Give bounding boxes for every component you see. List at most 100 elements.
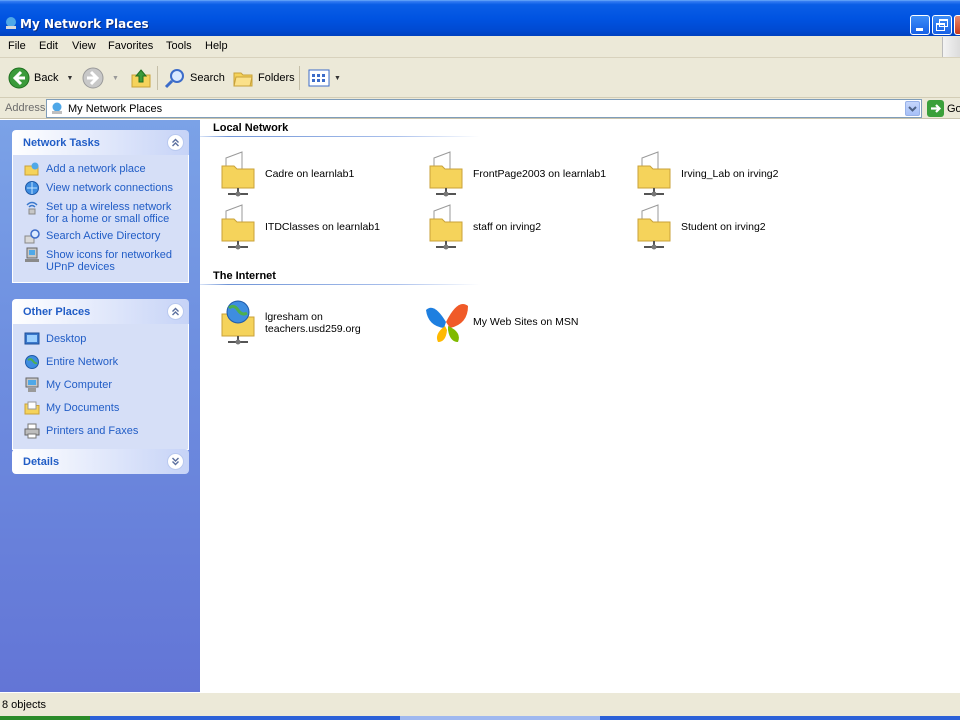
windows-logo-icon <box>942 37 960 57</box>
forward-arrow-icon <box>82 67 104 89</box>
task-label: Show icons for networked UPnP devices <box>46 249 172 273</box>
globe-icon <box>25 355 39 369</box>
toolbar-separator <box>299 66 300 90</box>
go-arrow-icon <box>927 100 944 117</box>
network-tasks-list: Add a network place View network connect… <box>12 155 189 283</box>
folders-label: Folders <box>258 72 295 84</box>
network-place-item[interactable]: Irving_Lab on irving2 <box>636 150 836 198</box>
minimize-button[interactable] <box>910 15 930 35</box>
chevron-down-icon <box>908 106 917 112</box>
web-folder-icon <box>221 300 255 345</box>
views-dropdown-icon[interactable]: ▼ <box>334 75 341 82</box>
add-network-place-icon <box>24 162 39 176</box>
maximize-button[interactable] <box>932 15 952 35</box>
place-label: Printers and Faxes <box>46 425 139 437</box>
network-place-item[interactable]: Student on irving2 <box>636 203 836 251</box>
close-button[interactable] <box>954 15 960 35</box>
group-divider <box>200 284 480 285</box>
menu-help[interactable]: Help <box>205 40 228 52</box>
back-dropdown-icon[interactable]: ▼ <box>66 75 73 82</box>
panel-title: Details <box>23 456 60 468</box>
search-button[interactable]: Search <box>164 64 225 92</box>
web-folder-item[interactable]: My Web Sites on MSN <box>424 298 624 346</box>
minimize-icon <box>916 28 923 31</box>
other-places-list: Desktop Entire Network My Computer My Do… <box>12 324 189 450</box>
panel-title: Other Places <box>23 306 91 318</box>
place-desktop[interactable]: Desktop <box>13 331 188 347</box>
address-dropdown-button[interactable] <box>905 101 920 116</box>
task-add-network-place[interactable]: Add a network place <box>13 161 188 177</box>
place-my-documents[interactable]: My Documents <box>13 400 188 416</box>
other-places-header[interactable]: Other Places <box>12 299 189 324</box>
item-label: Irving_Lab on irving2 <box>681 168 779 180</box>
place-printers-faxes[interactable]: Printers and Faxes <box>13 423 188 439</box>
place-label: Entire Network <box>46 356 119 368</box>
menu-tools[interactable]: Tools <box>166 40 192 52</box>
network-place-item[interactable]: FrontPage2003 on learnlab1 <box>428 150 628 198</box>
address-field[interactable]: My Network Places <box>46 99 922 118</box>
menu-edit[interactable]: Edit <box>39 40 58 52</box>
task-label: Set up a wireless network for a home or … <box>46 201 172 225</box>
task-label: Search Active Directory <box>46 230 161 242</box>
forward-button[interactable]: ▼ <box>82 64 119 92</box>
network-folder-icon <box>637 151 671 197</box>
panel-title: Network Tasks <box>23 137 100 149</box>
item-label: staff on irving2 <box>473 221 542 233</box>
details-panel: Details <box>12 449 189 474</box>
up-folder-button[interactable] <box>130 64 152 92</box>
web-folder-item[interactable]: lgresham on teachers.usd259.org <box>220 298 420 346</box>
forward-dropdown-icon[interactable]: ▼ <box>112 75 119 82</box>
views-icon <box>308 69 330 87</box>
task-label: View network connections <box>46 182 173 194</box>
status-bar: 8 objects <box>0 692 960 716</box>
search-label: Search <box>190 72 225 84</box>
standard-toolbar: Back ▼ ▼ Search Folders ▼ <box>0 58 960 98</box>
network-places-icon <box>6 17 16 29</box>
menu-file[interactable]: File <box>8 40 26 52</box>
task-show-upnp-icons[interactable]: Show icons for networked UPnP devices <box>13 247 188 273</box>
expand-chevron-icon[interactable] <box>167 453 184 470</box>
taskbar-strip <box>0 716 960 720</box>
address-label: Address <box>5 102 46 114</box>
collapse-chevron-icon[interactable] <box>167 134 184 151</box>
wireless-network-icon <box>26 201 38 215</box>
folders-button[interactable]: Folders <box>232 64 295 92</box>
go-button[interactable]: Go <box>927 100 960 117</box>
back-button[interactable]: Back ▼ <box>8 64 73 92</box>
network-tasks-panel: Network Tasks Add a network place View n… <box>12 130 189 283</box>
network-connections-icon <box>25 181 39 195</box>
place-label: My Computer <box>46 379 113 391</box>
task-label: Add a network place <box>46 163 146 175</box>
menu-favorites[interactable]: Favorites <box>108 40 153 52</box>
task-search-active-directory[interactable]: Search Active Directory <box>13 228 188 244</box>
network-tasks-header[interactable]: Network Tasks <box>12 130 189 155</box>
collapse-chevron-icon[interactable] <box>167 303 184 320</box>
place-label: Desktop <box>46 333 87 345</box>
task-view-network-connections[interactable]: View network connections <box>13 180 188 196</box>
network-folder-icon <box>637 204 671 250</box>
status-object-count: 8 objects <box>2 699 47 711</box>
network-folder-icon <box>221 151 255 197</box>
item-label: Cadre on learnlab1 <box>265 168 355 180</box>
menu-bar: File Edit View Favorites Tools Help <box>0 36 960 58</box>
network-place-item[interactable]: ITDClasses on learnlab1 <box>220 203 420 251</box>
title-bar: My Network Places <box>0 0 960 36</box>
folder-icon <box>24 401 40 415</box>
network-place-item[interactable]: Cadre on learnlab1 <box>220 150 420 198</box>
task-setup-wireless[interactable]: Set up a wireless network for a home or … <box>13 199 188 225</box>
go-label: Go <box>947 102 960 115</box>
menu-view[interactable]: View <box>72 40 96 52</box>
network-folder-icon <box>221 204 255 250</box>
views-button[interactable]: ▼ <box>308 64 341 92</box>
item-label: FrontPage2003 on learnlab1 <box>473 168 607 180</box>
place-entire-network[interactable]: Entire Network <box>13 354 188 370</box>
back-arrow-icon <box>8 67 30 89</box>
place-my-computer[interactable]: My Computer <box>13 377 188 393</box>
network-place-item[interactable]: staff on irving2 <box>428 203 628 251</box>
item-label: My Web Sites on MSN <box>473 316 579 328</box>
computer-icon <box>25 377 39 392</box>
printer-icon <box>24 423 40 439</box>
group-header-local-network: Local Network <box>213 122 289 134</box>
address-value: My Network Places <box>68 103 163 115</box>
details-header[interactable]: Details <box>12 449 189 474</box>
